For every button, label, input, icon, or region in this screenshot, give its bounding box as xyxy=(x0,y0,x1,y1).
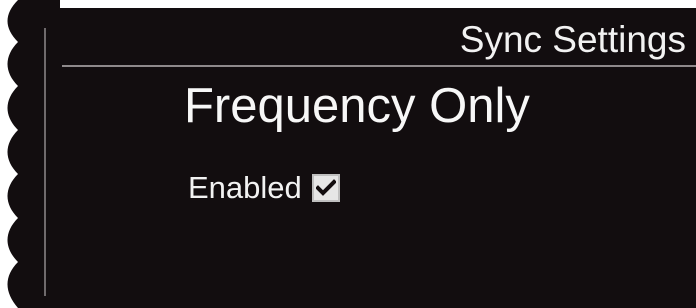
header-divider xyxy=(62,65,696,67)
enabled-option[interactable]: Enabled xyxy=(188,168,340,208)
vertical-divider xyxy=(44,28,46,296)
enabled-label: Enabled xyxy=(188,170,302,205)
sync-mode-value[interactable]: Frequency Only xyxy=(184,76,530,136)
page-title: Sync Settings xyxy=(459,19,686,60)
device-frame: Sync Settings Frequency Only Enabled xyxy=(0,0,696,308)
enabled-checkbox[interactable] xyxy=(311,174,340,202)
checkmark-icon xyxy=(315,179,336,196)
